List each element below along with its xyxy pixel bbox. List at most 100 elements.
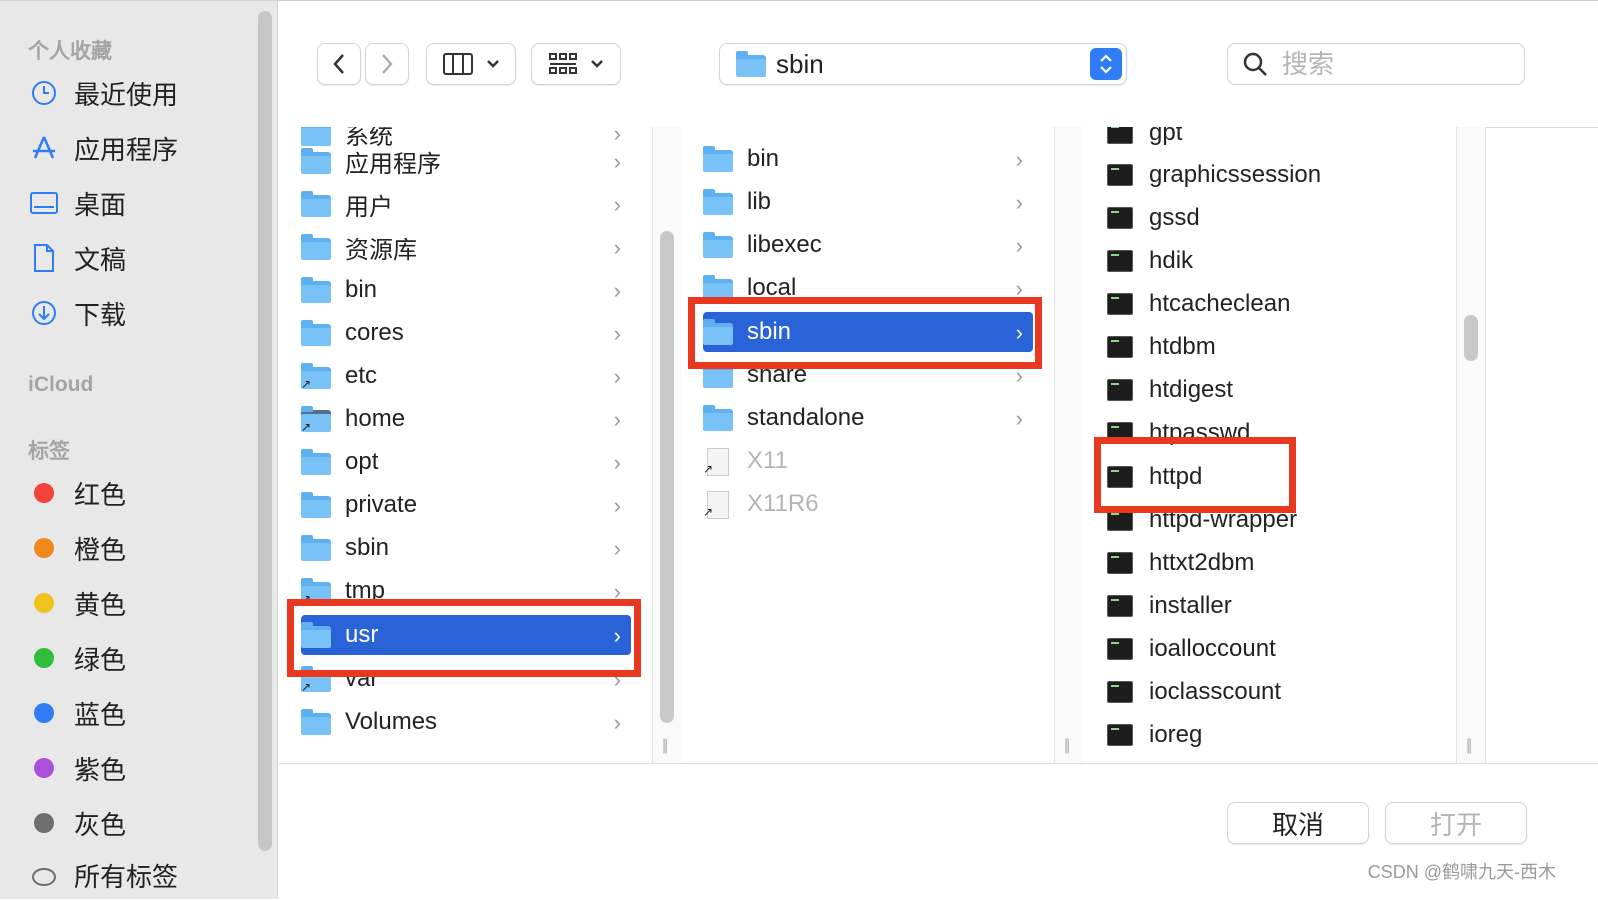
chevron-right-icon: › — [1015, 233, 1023, 258]
list-item[interactable]: lib › — [703, 182, 1033, 222]
location-popup[interactable]: sbin — [719, 43, 1127, 85]
column-resize-handle-icon[interactable]: || — [1466, 737, 1472, 755]
list-item[interactable]: httxt2dbm — [1105, 543, 1435, 583]
list-item[interactable]: bin › — [301, 270, 631, 310]
list-item[interactable]: hdik — [1105, 241, 1435, 281]
folder-icon — [703, 146, 733, 172]
list-item[interactable]: 应用程序 › — [301, 141, 631, 181]
sidebar-item-desktop[interactable]: 桌面 — [26, 181, 254, 225]
view-mode-button[interactable] — [426, 43, 516, 85]
list-item[interactable]: 资源库 › — [301, 227, 631, 267]
chevron-right-icon: › — [613, 450, 621, 475]
open-button[interactable]: 打开 — [1385, 802, 1527, 844]
column-1-scrollbar[interactable]: || — [653, 127, 682, 763]
sidebar-item-documents[interactable]: 文稿 — [26, 236, 254, 280]
search-field[interactable] — [1227, 43, 1525, 85]
list-item[interactable]: local › — [703, 268, 1033, 308]
list-item[interactable]: ↗ X11R6 — [703, 484, 1033, 524]
list-item[interactable]: opt › — [301, 442, 631, 482]
list-item[interactable]: htdbm — [1105, 327, 1435, 367]
browser-column-3: gpt graphicssession gssd hdik htcachecle… — [1083, 127, 1457, 763]
scroll-thumb[interactable] — [660, 231, 674, 723]
chevron-right-icon: › — [613, 235, 621, 260]
list-item[interactable]: standalone › — [703, 398, 1033, 438]
list-item[interactable]: htdigest — [1105, 370, 1435, 410]
list-item-selected[interactable]: usr › — [301, 615, 631, 655]
list-item[interactable]: gssd — [1105, 198, 1435, 238]
sidebar-tag-orange[interactable]: 橙色 — [26, 526, 254, 570]
list-item[interactable]: Volumes › — [301, 702, 631, 742]
tags-icon — [26, 857, 62, 893]
column-resize-handle-icon[interactable]: || — [1064, 737, 1070, 755]
list-item[interactable]: sbin › — [301, 528, 631, 568]
terminal-exec-icon — [1107, 336, 1133, 358]
sidebar-item-applications[interactable]: 应用程序 — [26, 126, 254, 170]
document-icon — [26, 240, 62, 276]
sidebar-all-tags[interactable]: 所有标签 — [26, 853, 254, 897]
list-item-selected[interactable]: sbin › — [703, 312, 1033, 352]
tag-color-dot — [34, 538, 54, 558]
folder-icon — [703, 319, 733, 345]
column-resize-handle-icon[interactable]: || — [662, 737, 668, 755]
folder-icon — [703, 405, 733, 431]
list-item[interactable]: ↗ etc › — [301, 356, 631, 396]
chevron-down-icon — [591, 60, 603, 68]
sidebar-tag-red[interactable]: 红色 — [26, 471, 254, 515]
list-item[interactable]: bin › — [703, 139, 1033, 179]
group-button[interactable] — [531, 43, 621, 85]
chevron-right-icon: › — [613, 149, 621, 174]
list-item[interactable]: private › — [301, 485, 631, 525]
list-item[interactable]: graphicssession — [1105, 155, 1435, 195]
cancel-button[interactable]: 取消 — [1227, 802, 1369, 844]
desktop-icon — [26, 185, 62, 221]
forward-button[interactable] — [365, 43, 409, 85]
chevron-right-icon: › — [1015, 406, 1023, 431]
list-item[interactable]: httpd — [1105, 457, 1435, 497]
column-2-scrollbar[interactable]: || — [1055, 127, 1084, 763]
list-item[interactable]: cores › — [301, 313, 631, 353]
list-item[interactable]: ↗ home › — [301, 399, 631, 439]
chevron-right-icon: › — [613, 710, 621, 735]
sidebar-tag-purple[interactable]: 紫色 — [26, 746, 254, 790]
folder-icon — [301, 535, 331, 561]
back-button[interactable] — [317, 43, 361, 85]
sidebar-item-downloads[interactable]: 下载 — [26, 291, 254, 335]
list-item[interactable]: gpt — [1105, 127, 1435, 153]
list-item[interactable]: share › — [703, 355, 1033, 395]
tag-color-dot — [34, 703, 54, 723]
scroll-thumb[interactable] — [1464, 315, 1478, 361]
tags-header: 标签 — [28, 440, 70, 463]
terminal-exec-icon — [1107, 207, 1133, 229]
folder-icon — [736, 51, 766, 77]
list-item[interactable]: htcacheclean — [1105, 284, 1435, 324]
list-item[interactable]: ioclasscount — [1105, 672, 1435, 712]
column-3-scrollbar[interactable]: || — [1457, 127, 1486, 763]
sidebar-item-recents[interactable]: 最近使用 — [26, 71, 254, 115]
alias-arrow-icon: ↗ — [301, 420, 312, 434]
sidebar-tag-green[interactable]: 绿色 — [26, 636, 254, 680]
list-item[interactable]: ↗ tmp › — [301, 571, 631, 611]
sidebar-tag-yellow[interactable]: 黄色 — [26, 581, 254, 625]
chevron-right-icon — [382, 54, 393, 74]
list-item[interactable]: ioreg — [1105, 715, 1435, 755]
list-item[interactable]: installer — [1105, 586, 1435, 626]
folder-icon — [301, 320, 331, 346]
list-item[interactable]: ↗ X11 — [703, 441, 1033, 481]
chevron-right-icon: › — [613, 579, 621, 604]
list-item[interactable]: htpasswd — [1105, 413, 1435, 453]
sidebar-item-label: 灰色 — [74, 809, 127, 840]
sidebar-tag-gray[interactable]: 灰色 — [26, 801, 254, 845]
list-item[interactable]: libexec › — [703, 225, 1033, 265]
folder-icon — [703, 189, 733, 215]
list-item[interactable]: ioalloccount — [1105, 629, 1435, 669]
list-item[interactable]: httpd-wrapper — [1105, 500, 1435, 540]
sidebar-scrollbar[interactable] — [258, 11, 272, 851]
search-input[interactable] — [1280, 47, 1504, 81]
list-item[interactable]: ↗ var › — [301, 659, 631, 699]
chevron-right-icon: › — [613, 321, 621, 346]
updown-stepper-icon — [1090, 48, 1122, 80]
search-icon — [1243, 52, 1267, 76]
sidebar-tag-blue[interactable]: 蓝色 — [26, 691, 254, 735]
list-item[interactable]: 用户 › — [301, 184, 631, 224]
chevron-right-icon: › — [1015, 276, 1023, 301]
